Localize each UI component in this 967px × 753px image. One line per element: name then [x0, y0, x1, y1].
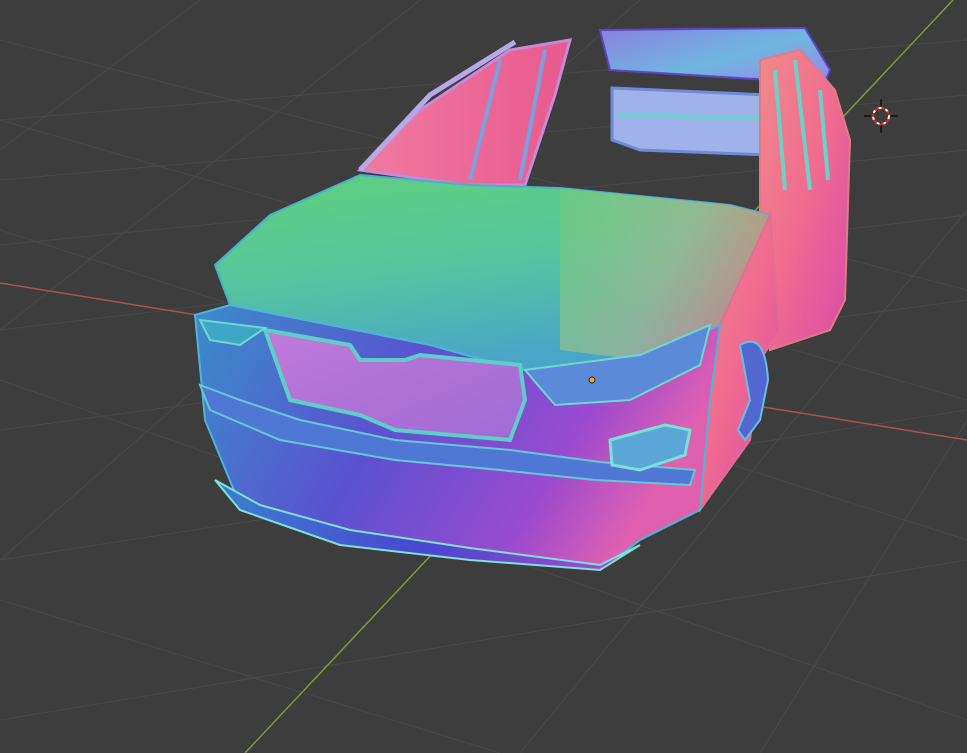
- 3d-viewport[interactable]: [0, 0, 967, 753]
- object-origin-icon: [588, 376, 596, 384]
- front-door-open[interactable]: [356, 38, 573, 187]
- viewport-canvas[interactable]: [0, 0, 967, 753]
- rear-window-frame[interactable]: [610, 86, 772, 157]
- car-body-mesh[interactable]: [193, 26, 852, 572]
